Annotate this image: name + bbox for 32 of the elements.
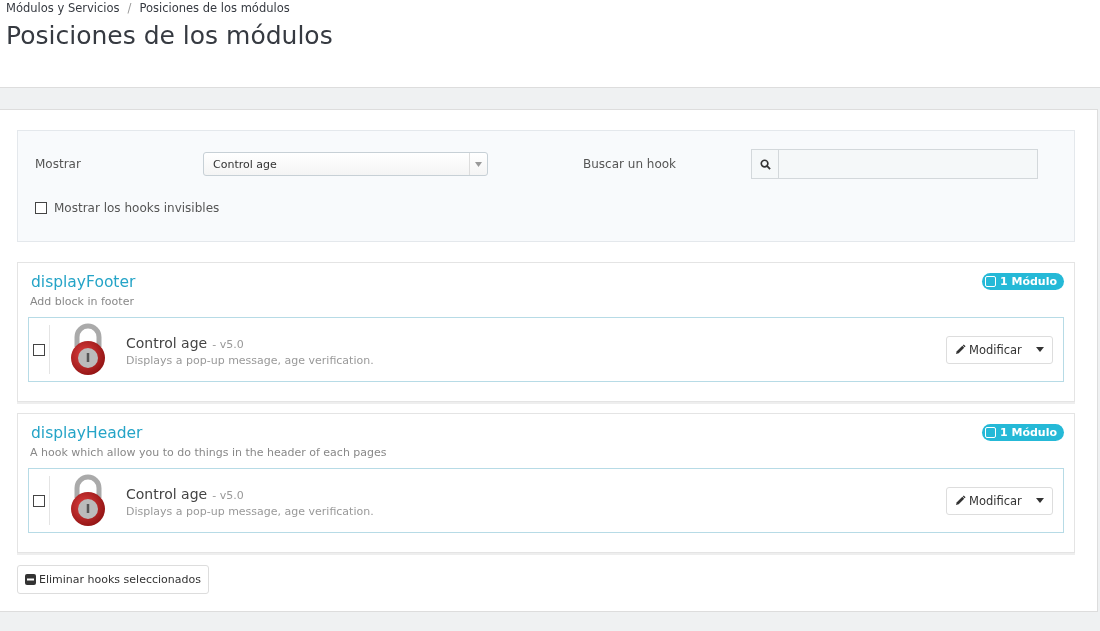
pencil-icon [955,495,966,506]
hook-description: Add block in footer [30,295,135,308]
edit-button[interactable]: Modificar [946,486,1053,515]
module-name: Control age [126,485,208,502]
edit-button[interactable]: Modificar [946,335,1053,364]
search-field[interactable] [751,149,1038,179]
caret-icon [1036,347,1044,352]
module-name: Control age [126,334,208,351]
hook-name: displayFooter [31,273,136,291]
checkbox[interactable] [33,343,45,356]
search-icon [759,158,771,170]
module-description: Displays a pop-up message, age verification. [126,353,375,367]
search-label: Buscar un hook [583,157,678,171]
hook-name: displayHeader [31,424,144,442]
breadcrumb-current: Posiciones de los módulos [139,1,290,15]
caret-icon [1036,498,1044,503]
hook-description: A hook which allow you to do things in the header of each pages [30,446,387,459]
pencil-icon [955,344,966,355]
page-title: Posiciones de los módulos [6,21,334,50]
checkbox-label: Mostrar los hooks invisibles [54,201,220,215]
module-select[interactable]: Control age [203,152,488,176]
checkbox[interactable] [33,494,45,507]
module-description: Displays a pop-up message, age verification. [126,504,375,518]
delete-hooks-button[interactable]: Eliminar hooks seleccionados [17,565,209,594]
breadcrumb-link[interactable]: Módulos y Servicios [6,1,120,15]
breadcrumb-separator: / [127,1,132,15]
show-label: Mostrar [35,157,82,171]
caret-icon [475,161,482,167]
module-version: - v5.0 [212,488,244,502]
minus-square-icon [25,574,36,585]
module-version: - v5.0 [212,337,244,351]
checkbox[interactable] [35,202,47,214]
